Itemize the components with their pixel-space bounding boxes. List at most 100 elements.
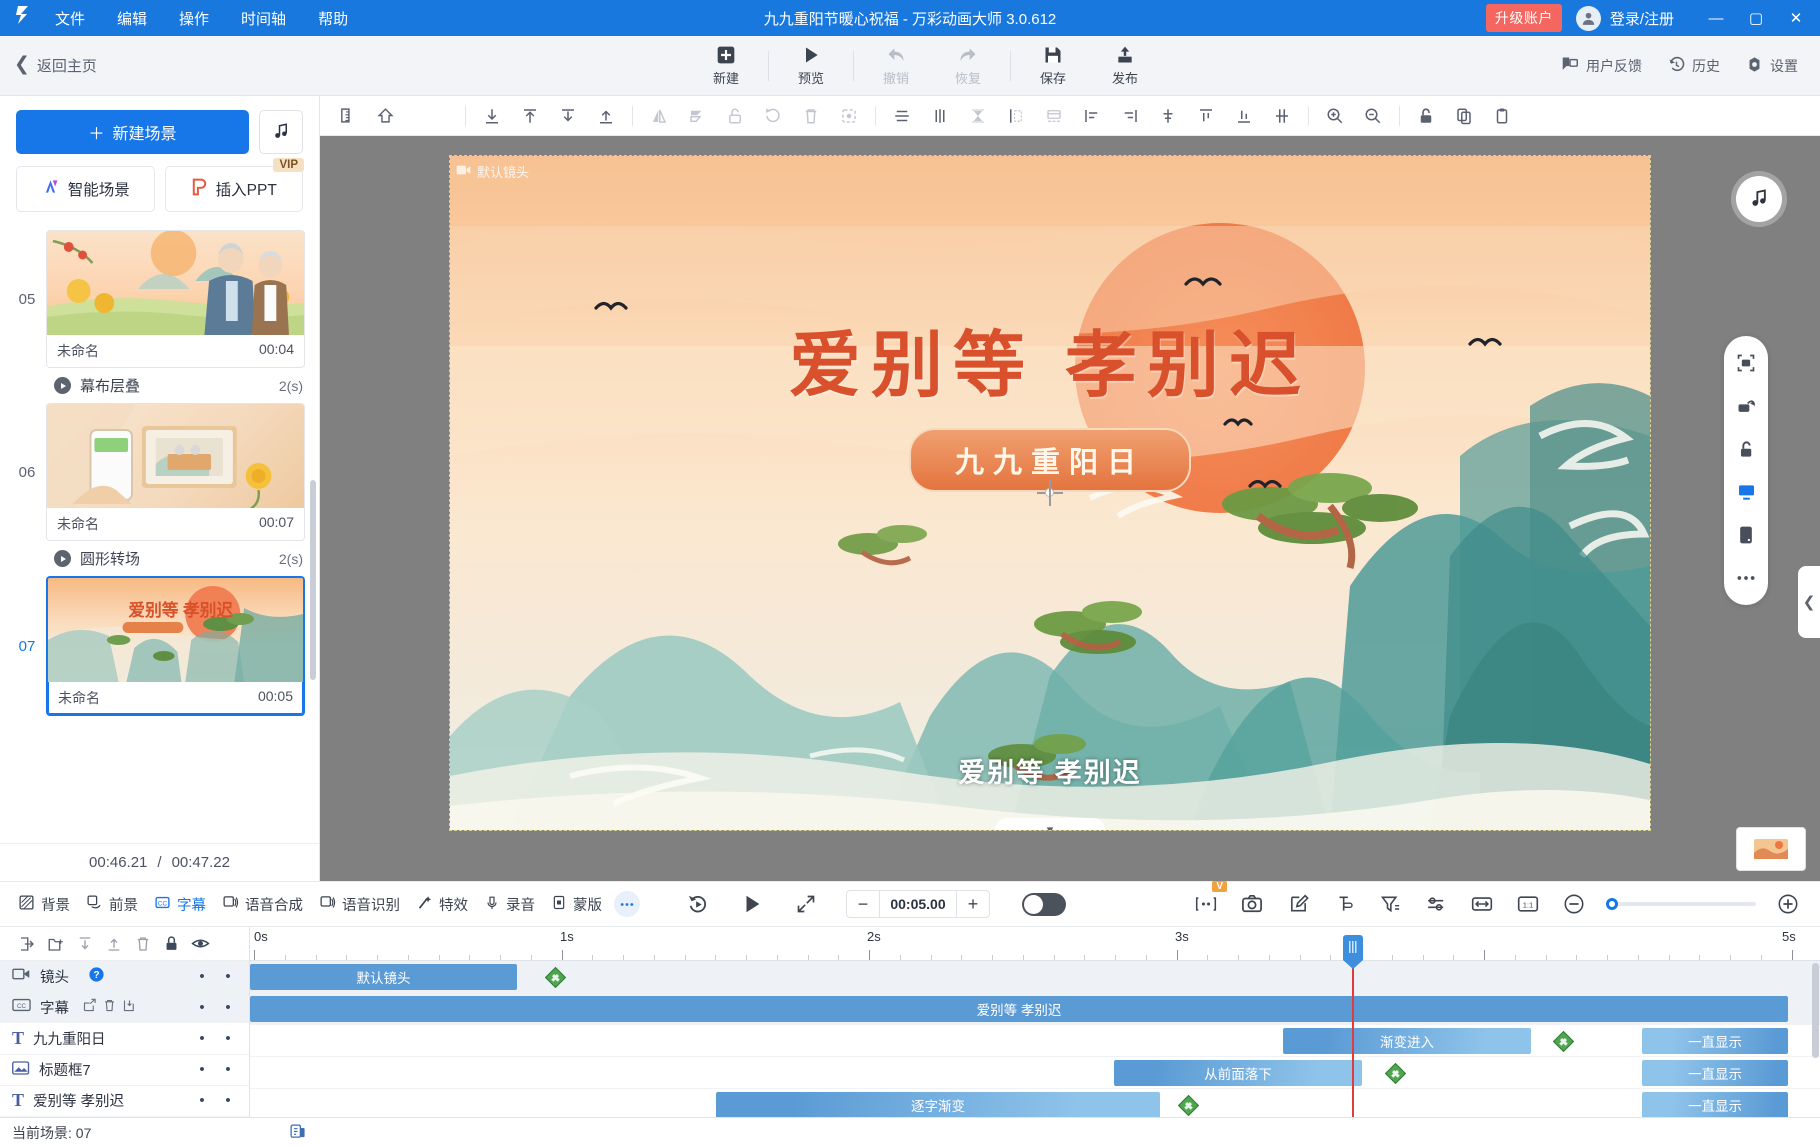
filter-icon[interactable]	[1376, 890, 1404, 918]
scene-card[interactable]: 未命名 00:04	[46, 230, 305, 368]
eye-icon[interactable]	[186, 930, 215, 958]
scene-card-selected[interactable]: 爱别等 孝别迟 未命名 00:05	[46, 576, 305, 716]
zoom-out-icon[interactable]	[1354, 99, 1392, 133]
rotate-screen-icon[interactable]	[1733, 393, 1759, 419]
delete-icon[interactable]	[792, 99, 830, 133]
menu-item-help[interactable]: 帮助	[315, 4, 351, 33]
timeline-clip[interactable]: 一直显示	[1642, 1092, 1788, 1117]
more-tools-button[interactable]	[614, 891, 640, 917]
timeline-vertical-scrollbar[interactable]	[1812, 963, 1819, 1058]
scene-transition-06[interactable]: 圆形转场 2(s)	[0, 541, 319, 576]
bring-up-icon[interactable]	[587, 99, 625, 133]
user-feedback-button[interactable]: 用户反馈	[1561, 56, 1642, 76]
distribute-icon[interactable]	[997, 99, 1035, 133]
zoom-in-icon[interactable]	[1316, 99, 1354, 133]
undo-button[interactable]: 撤销	[860, 38, 932, 94]
lock-dot[interactable]: •	[189, 1030, 215, 1047]
eye-dot[interactable]: •	[215, 999, 241, 1016]
timeline-clip[interactable]: 一直显示	[1642, 1060, 1788, 1086]
smart-scene-button[interactable]: 智能场景	[16, 166, 155, 212]
eye-dot[interactable]: •	[215, 1061, 241, 1078]
duration-increase-button[interactable]: +	[957, 891, 989, 917]
scene-item-07[interactable]: 07 爱别等 孝别迟 未命名 00:05	[0, 576, 319, 716]
move-up-icon[interactable]	[99, 930, 128, 958]
lock-dot[interactable]: •	[189, 1061, 215, 1078]
timeline-tracks-area[interactable]: 0s 1s 2s 3s 5s 默认镜头 爱别等 孝别迟 渐变进入 一直显示 从前…	[250, 927, 1820, 1117]
help-icon[interactable]: ?	[88, 966, 105, 987]
align-top-icon[interactable]	[1187, 99, 1225, 133]
scene-list[interactable]: 05 未命名 00:04 幕布层叠 2(s) 06 未命名 00:07 圆形转场…	[0, 220, 319, 843]
timeline-clip[interactable]: 逐字渐变	[716, 1092, 1160, 1117]
sliders-icon[interactable]	[1422, 890, 1450, 918]
desktop-icon[interactable]	[1733, 479, 1759, 505]
record-tool[interactable]: 录音	[476, 890, 543, 919]
scene-card[interactable]: 未命名 00:07	[46, 403, 305, 541]
background-tool[interactable]: 背景	[10, 890, 78, 919]
stage-title-text[interactable]: 爱别等 孝别迟	[450, 306, 1650, 411]
settings-button[interactable]: 设置	[1746, 56, 1798, 76]
tts-tool[interactable]: 语音合成	[214, 890, 311, 919]
home-anchor-icon[interactable]	[366, 99, 404, 133]
align-center-v-icon[interactable]	[921, 99, 959, 133]
ruler-icon[interactable]	[328, 99, 366, 133]
track-toggles[interactable]: • •	[189, 1030, 249, 1047]
play-button[interactable]	[738, 890, 766, 918]
flip-horizontal-icon[interactable]	[640, 99, 678, 133]
fit-width-icon[interactable]: V	[1192, 881, 1227, 918]
loop-toggle[interactable]	[1022, 892, 1066, 916]
track-lane-camera[interactable]: 默认镜头	[250, 961, 1820, 993]
mobile-icon[interactable]	[1733, 522, 1759, 548]
scene-item-05[interactable]: 05 未命名 00:04	[0, 230, 319, 368]
send-down-icon[interactable]	[549, 99, 587, 133]
new-button[interactable]: 新建	[690, 38, 762, 94]
flip-vertical-icon[interactable]	[678, 99, 716, 133]
effects-tool[interactable]: 特效	[408, 890, 476, 919]
close-button[interactable]: ✕	[1776, 0, 1816, 36]
timeline-clip[interactable]: 从前面落下	[1114, 1060, 1362, 1086]
align-middle-icon[interactable]	[959, 99, 997, 133]
stage-music-button[interactable]	[1736, 176, 1782, 222]
upgrade-account-button[interactable]: 升级账户	[1485, 4, 1562, 32]
track-lane-text-2[interactable]: 逐字渐变 一直显示	[250, 1089, 1820, 1117]
align-right-icon[interactable]	[1111, 99, 1149, 133]
scene-music-button[interactable]	[259, 110, 303, 154]
track-lane-text-1[interactable]: 渐变进入 一直显示	[250, 1025, 1820, 1057]
paste-icon[interactable]	[1483, 99, 1521, 133]
bring-top-icon[interactable]	[511, 99, 549, 133]
menu-item-edit[interactable]: 编辑	[114, 4, 150, 33]
keyframe-marker[interactable]	[1552, 1030, 1575, 1053]
align-bottom-icon[interactable]	[473, 99, 511, 133]
timeline-clip[interactable]: 默认镜头	[250, 964, 517, 990]
circle-minus-icon[interactable]	[1560, 890, 1588, 918]
zoom-slider-knob[interactable]	[1606, 898, 1618, 910]
lock-icon[interactable]	[157, 930, 186, 958]
align-center-h-icon[interactable]	[883, 99, 921, 133]
lock-icon[interactable]	[1407, 99, 1445, 133]
delete-icon[interactable]	[102, 998, 117, 1017]
eye-dot[interactable]: •	[215, 1092, 241, 1109]
edit-pen-icon[interactable]	[1284, 890, 1312, 918]
stage-bottom-handle[interactable]: ▾	[995, 818, 1105, 830]
track-header-text-2[interactable]: T 爱别等 孝别迟 • •	[0, 1086, 249, 1118]
insert-ppt-button[interactable]: 插入PPT VIP	[164, 158, 304, 212]
maximize-button[interactable]: ▢	[1736, 0, 1776, 36]
camera-snapshot-icon[interactable]	[1238, 890, 1266, 918]
lock-dot[interactable]: •	[189, 1092, 215, 1109]
move-down-icon[interactable]	[70, 930, 99, 958]
right-panel-collapse-button[interactable]: ❮	[1798, 566, 1820, 638]
preview-button[interactable]: 预览	[775, 38, 847, 94]
lock-dot[interactable]: •	[189, 968, 215, 985]
track-header-text-1[interactable]: T 九九重阳日 • •	[0, 1023, 249, 1055]
zoom-slider[interactable]	[1606, 898, 1756, 910]
import-sub-icon[interactable]	[122, 998, 137, 1017]
lock-dot[interactable]: •	[189, 999, 215, 1016]
subtitle-tool[interactable]: CC 字幕	[146, 890, 214, 919]
align-vertical-center-icon[interactable]	[1149, 99, 1187, 133]
stage-preview-thumb[interactable]	[1736, 827, 1806, 871]
track-header-subtitle[interactable]: CC 字幕 • •	[0, 992, 249, 1024]
eye-dot[interactable]: •	[215, 968, 241, 985]
mask-tool[interactable]: 蒙版	[543, 890, 610, 919]
track-toggles[interactable]: • •	[189, 1061, 249, 1078]
timeline-clip[interactable]: 爱别等 孝别迟	[250, 996, 1788, 1022]
track-lane-image[interactable]: 从前面落下 一直显示	[250, 1057, 1820, 1089]
